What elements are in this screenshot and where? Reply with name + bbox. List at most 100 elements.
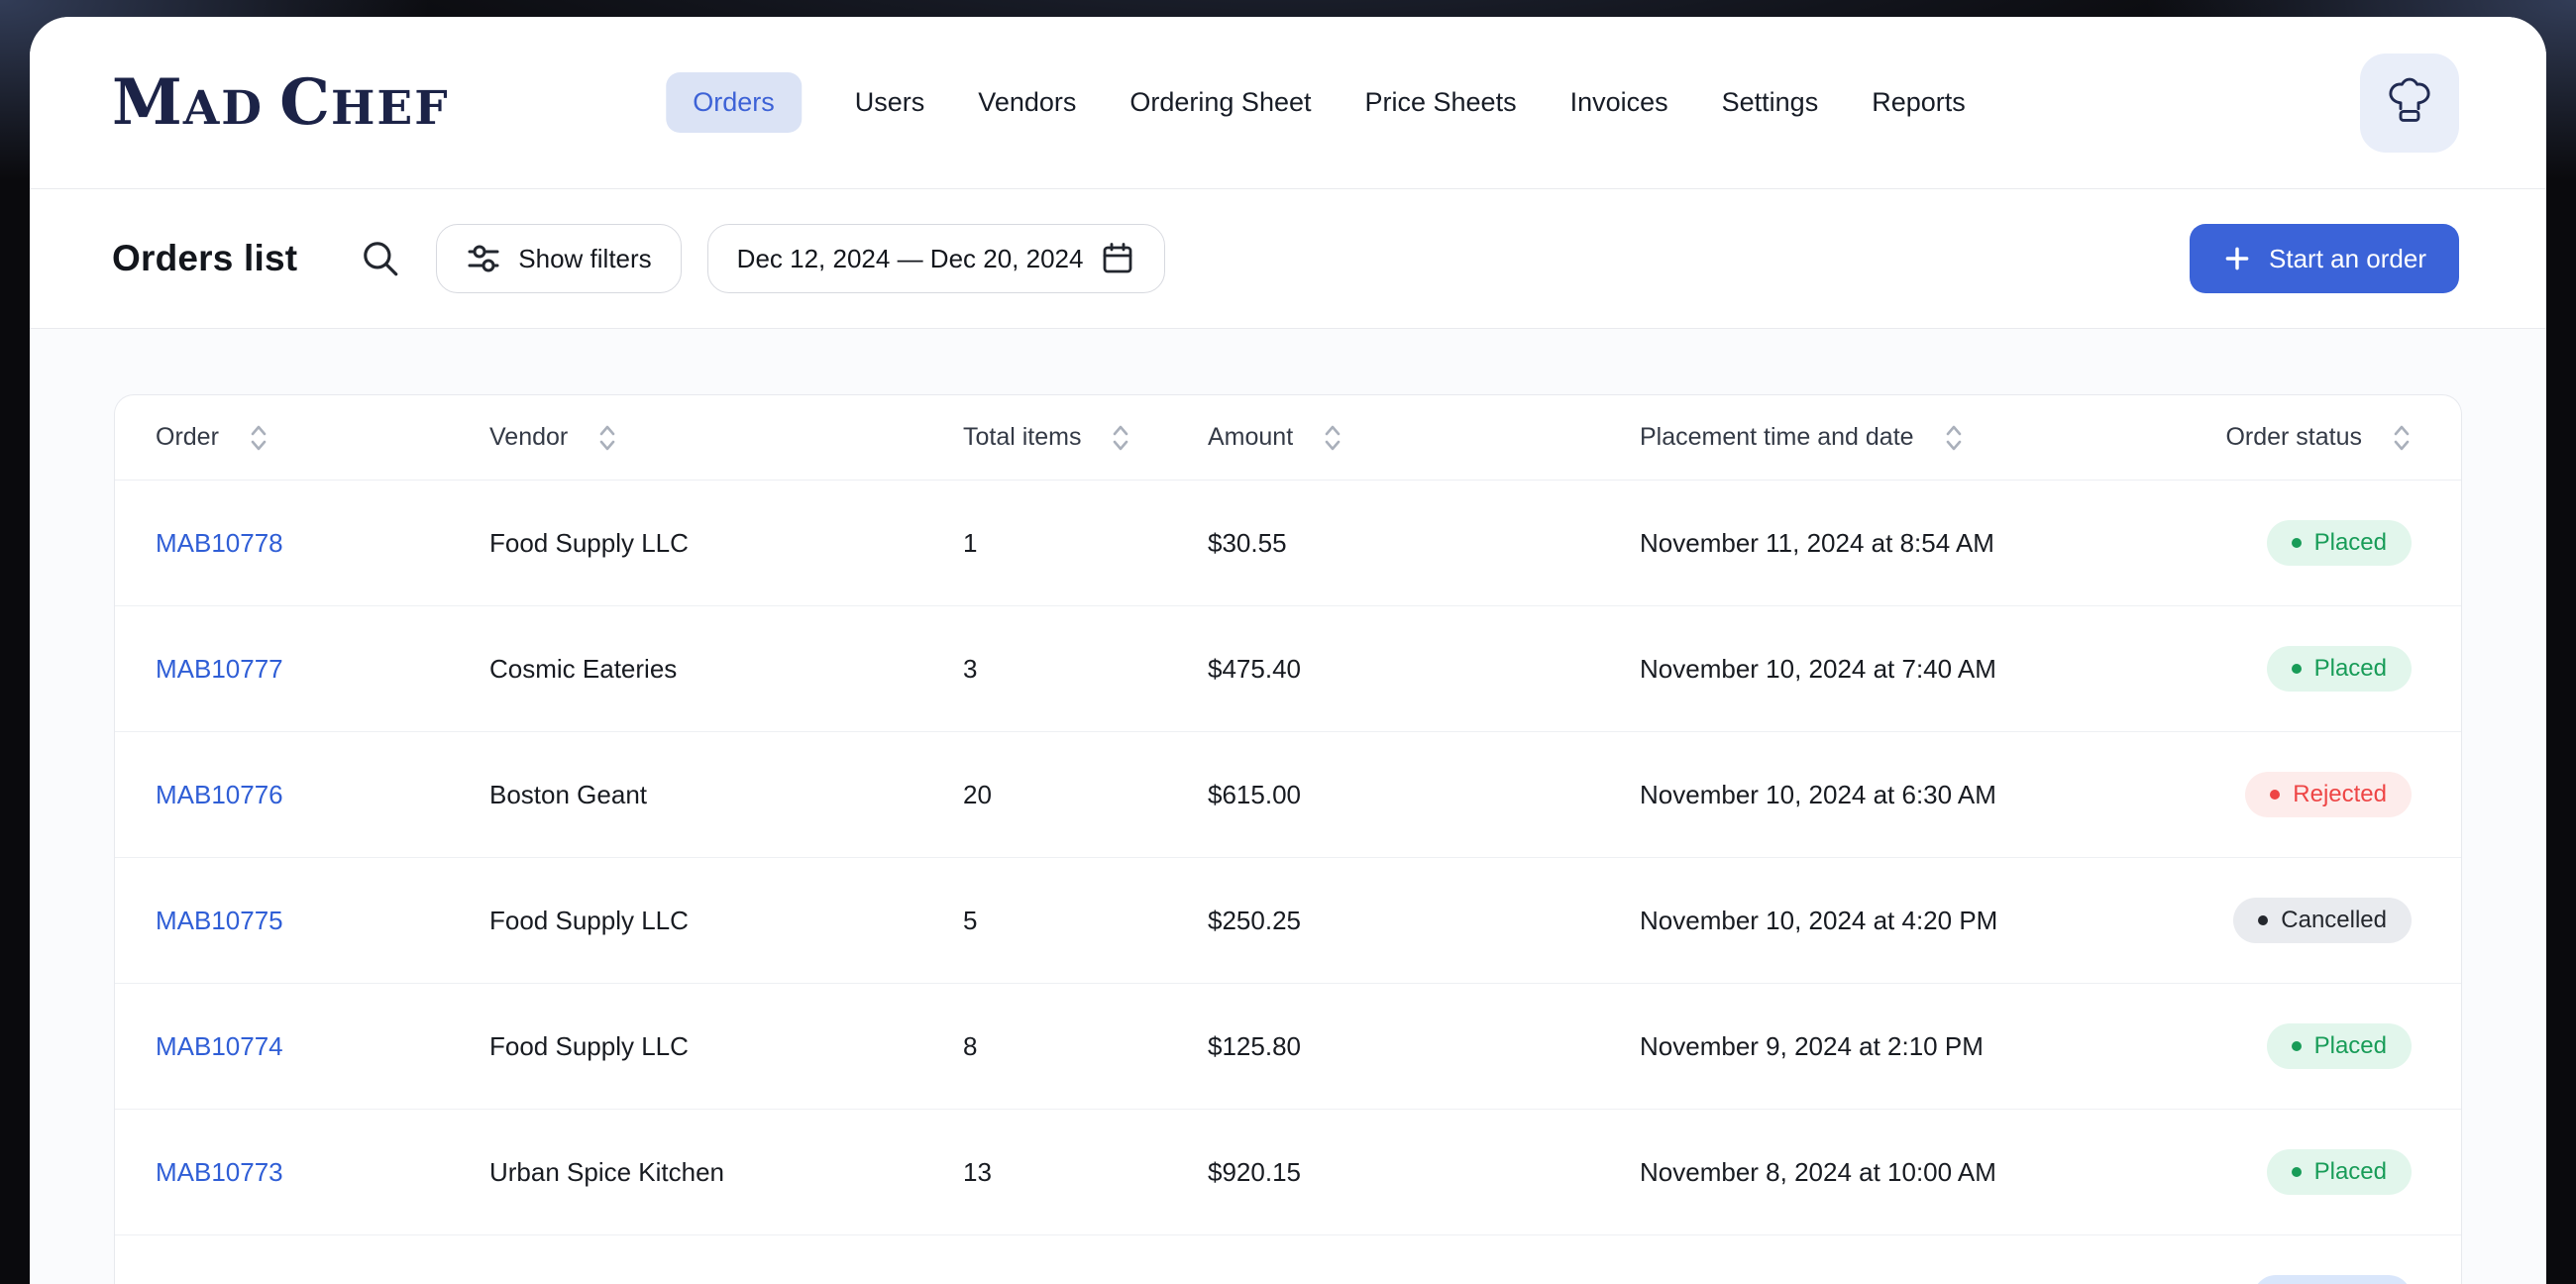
- account-button[interactable]: [2360, 54, 2459, 153]
- top-navigation-bar: M AD C HEF Orders Users Vendors Ordering…: [30, 17, 2546, 189]
- table-header-row: Order Vendor Total items Amount: [115, 395, 2461, 481]
- nav-item-vendors[interactable]: Vendors: [978, 72, 1076, 133]
- status-cell: Rejected: [2245, 772, 2412, 817]
- table-row: MAB10778 Food Supply LLC 1 $30.55 Novemb…: [115, 481, 2461, 606]
- order-link[interactable]: MAB10777: [156, 654, 489, 685]
- vendor-cell: Cosmic Eateries: [489, 654, 963, 685]
- sort-icon[interactable]: [1944, 423, 1964, 453]
- total-items-cell: 13: [963, 1157, 1208, 1188]
- column-header-order: Order: [156, 423, 489, 453]
- nav-item-invoices[interactable]: Invoices: [1570, 72, 1668, 133]
- placement-cell: November 10, 2024 at 4:20 PM: [1640, 906, 2214, 936]
- column-header-amount: Amount: [1208, 423, 1640, 453]
- logo-text: HEF: [331, 85, 450, 132]
- status-label: Placed: [2314, 529, 2387, 557]
- vendor-cell: Food Supply LLC: [489, 1031, 963, 1062]
- table-row-partial: [115, 1235, 2461, 1284]
- status-label: Placed: [2314, 655, 2387, 683]
- main-nav: Orders Users Vendors Ordering Sheet Pric…: [666, 72, 1965, 133]
- sort-icon[interactable]: [1323, 423, 1342, 453]
- amount-cell: $250.25: [1208, 906, 1640, 936]
- order-link[interactable]: MAB10776: [156, 780, 489, 810]
- search-button[interactable]: [351, 229, 410, 288]
- total-items-cell: 20: [963, 780, 1208, 810]
- column-label: Placement time and date: [1640, 423, 1914, 452]
- date-range-picker[interactable]: Dec 12, 2024 — Dec 20, 2024: [707, 224, 1166, 293]
- placement-cell: November 10, 2024 at 6:30 AM: [1640, 780, 2214, 810]
- amount-cell: $125.80: [1208, 1031, 1640, 1062]
- logo-text: M: [112, 71, 183, 135]
- table-row: MAB10773 Urban Spice Kitchen 13 $920.15 …: [115, 1110, 2461, 1235]
- column-header-order-status: Order status: [2214, 423, 2412, 453]
- status-label: Cancelled: [2281, 907, 2387, 934]
- nav-item-price-sheets[interactable]: Price Sheets: [1364, 72, 1516, 133]
- orders-toolbar: Orders list: [30, 189, 2546, 329]
- amount-cell: $475.40: [1208, 654, 1640, 685]
- column-header-vendor: Vendor: [489, 423, 963, 453]
- status-badge: Placed: [2267, 520, 2412, 566]
- nav-item-orders[interactable]: Orders: [666, 72, 802, 133]
- amount-cell: $30.55: [1208, 528, 1640, 559]
- vendor-cell: Food Supply LLC: [489, 906, 963, 936]
- status-cell: Cancelled: [2233, 898, 2412, 943]
- nav-item-reports[interactable]: Reports: [1872, 72, 1966, 133]
- total-items-cell: 8: [963, 1031, 1208, 1062]
- table-row: MAB10774 Food Supply LLC 8 $125.80 Novem…: [115, 984, 2461, 1110]
- order-link[interactable]: MAB10778: [156, 528, 489, 559]
- status-cell: Placed: [2267, 520, 2412, 566]
- nav-item-users[interactable]: Users: [855, 72, 925, 133]
- sort-icon[interactable]: [2392, 423, 2412, 453]
- status-badge: Rejected: [2245, 772, 2412, 817]
- status-badge: Placed: [2267, 646, 2412, 692]
- desktop-background: M AD C HEF Orders Users Vendors Ordering…: [0, 0, 2576, 1284]
- nav-item-settings[interactable]: Settings: [1722, 72, 1819, 133]
- status-badge: Cancelled: [2233, 898, 2412, 943]
- start-order-label: Start an order: [2269, 244, 2426, 274]
- vendor-cell: Boston Geant: [489, 780, 963, 810]
- app-window: M AD C HEF Orders Users Vendors Ordering…: [30, 17, 2546, 1284]
- search-icon: [360, 238, 401, 279]
- status-badge: Placed: [2267, 1023, 2412, 1069]
- sort-icon[interactable]: [1111, 423, 1130, 453]
- amount-cell: $615.00: [1208, 780, 1640, 810]
- total-items-cell: 5: [963, 906, 1208, 936]
- plus-icon: [2222, 244, 2252, 273]
- amount-cell: $920.15: [1208, 1157, 1640, 1188]
- show-filters-label: Show filters: [518, 244, 651, 274]
- order-link[interactable]: MAB10775: [156, 906, 489, 936]
- status-badge: Placed: [2267, 1149, 2412, 1195]
- status-cell: Placed: [2267, 1023, 2412, 1069]
- table-row: MAB10775 Food Supply LLC 5 $250.25 Novem…: [115, 858, 2461, 984]
- total-items-cell: 1: [963, 528, 1208, 559]
- column-label: Vendor: [489, 423, 568, 452]
- logo-text: AD: [183, 85, 264, 132]
- order-link[interactable]: MAB10773: [156, 1157, 489, 1188]
- column-label: Order status: [2225, 423, 2362, 452]
- sort-icon[interactable]: [597, 423, 617, 453]
- placement-cell: November 8, 2024 at 10:00 AM: [1640, 1157, 2214, 1188]
- status-badge: [2253, 1275, 2412, 1284]
- status-label: Rejected: [2293, 781, 2387, 808]
- chef-hat-icon: [2383, 76, 2436, 130]
- start-order-button[interactable]: Start an order: [2190, 224, 2459, 293]
- placement-cell: November 9, 2024 at 2:10 PM: [1640, 1031, 2214, 1062]
- placement-cell: November 10, 2024 at 7:40 AM: [1640, 654, 2214, 685]
- date-range-value: Dec 12, 2024 — Dec 20, 2024: [737, 244, 1084, 274]
- total-items-cell: 3: [963, 654, 1208, 685]
- status-cell: Placed: [2267, 646, 2412, 692]
- show-filters-button[interactable]: Show filters: [436, 224, 681, 293]
- column-label: Total items: [963, 423, 1081, 452]
- table-row: MAB10776 Boston Geant 20 $615.00 Novembe…: [115, 732, 2461, 858]
- nav-item-ordering-sheet[interactable]: Ordering Sheet: [1129, 72, 1311, 133]
- calendar-icon: [1100, 241, 1135, 276]
- table-row: MAB10777 Cosmic Eateries 3 $475.40 Novem…: [115, 606, 2461, 732]
- order-link[interactable]: MAB10774: [156, 1031, 489, 1062]
- column-label: Order: [156, 423, 219, 452]
- status-label: Placed: [2314, 1158, 2387, 1186]
- page-title: Orders list: [112, 238, 297, 279]
- filters-icon: [466, 241, 501, 276]
- sort-icon[interactable]: [249, 423, 268, 453]
- app-logo[interactable]: M AD C HEF: [112, 71, 450, 135]
- vendor-cell: Food Supply LLC: [489, 528, 963, 559]
- status-label: Placed: [2314, 1032, 2387, 1060]
